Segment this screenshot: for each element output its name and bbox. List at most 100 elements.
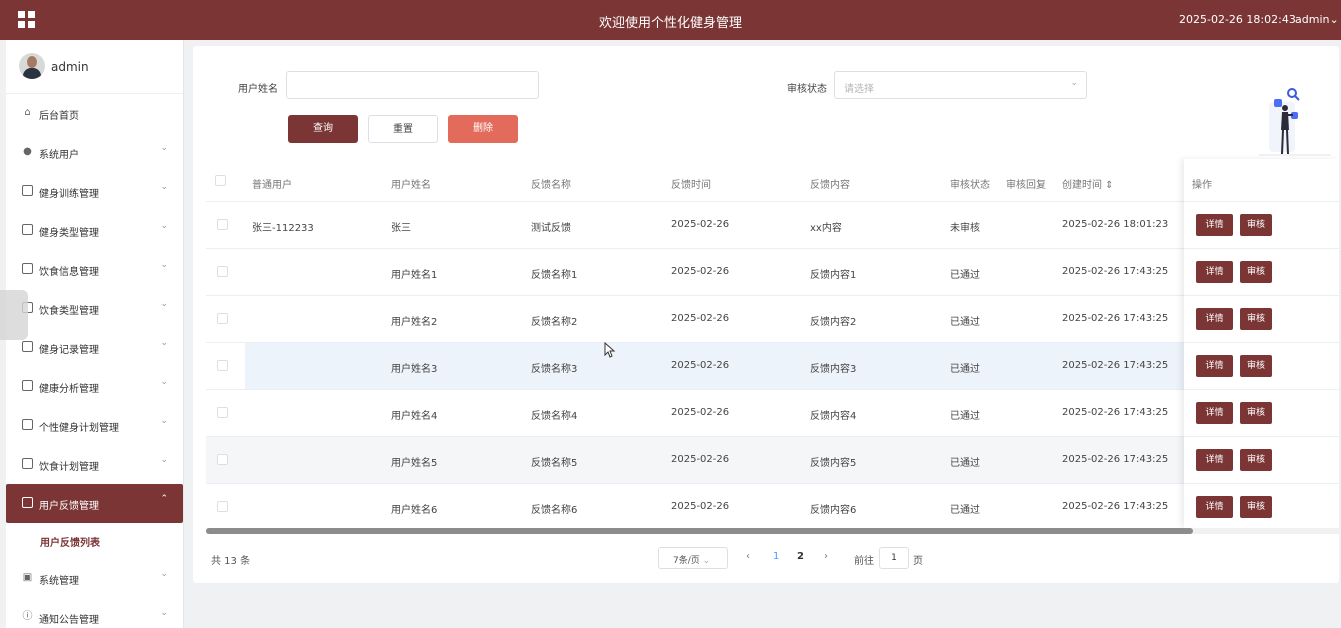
audit-button[interactable]: 审核 xyxy=(1240,449,1272,471)
table-row[interactable]: 用户姓名2 反馈名称2 2025-02-26 反馈内容2 已通过 2025-02-26 1… xyxy=(206,296,1339,343)
sidebar-item-label: 通知公告管理 xyxy=(39,615,99,626)
chevron-down-icon: ⌄ xyxy=(160,608,168,618)
row-checkbox[interactable] xyxy=(217,266,228,277)
doc-icon xyxy=(22,263,33,274)
column-header-actions: 操作 xyxy=(1192,180,1212,191)
sidebar-user: admin xyxy=(6,40,183,94)
table-row[interactable]: 用户姓名3 反馈名称3 2025-02-26 反馈内容3 已通过 2025-02-26 1… xyxy=(206,343,1339,390)
sidebar-item[interactable]: ⓘ 通知公告管理 ⌄ xyxy=(6,598,183,628)
audit-button[interactable]: 审核 xyxy=(1240,355,1272,377)
query-button[interactable]: 查询 xyxy=(288,115,358,143)
audit-button[interactable]: 审核 xyxy=(1240,496,1272,518)
sidebar-item[interactable]: 健身训练管理 ⌄ xyxy=(6,172,183,211)
row-checkbox[interactable] xyxy=(217,313,228,324)
chevron-down-icon: ⌄ xyxy=(160,299,168,309)
goto-suffix: 页 xyxy=(913,556,923,567)
header-user-menu[interactable]: admin⌄ xyxy=(1295,13,1339,26)
table-header: 普通用户 用户姓名 反馈名称 反馈时间 反馈内容 审核状态 审核回复 创建时间 ⇕ xyxy=(206,162,1339,202)
table-cell: 2025-02-26 17:43:25 xyxy=(1062,454,1169,465)
sidebar: admin ⌂ 后台首页 ● 系统用户 ⌄ 健身训练管理 ⌄ 健身类型管理 ⌄ 饮食信息管理 ⌄ 饮食… xyxy=(6,40,184,628)
select-all-checkbox[interactable] xyxy=(215,175,226,186)
sidebar-item[interactable]: ⌂ 后台首页 xyxy=(6,94,183,133)
table-cell: 2025-02-26 xyxy=(671,313,730,324)
table-cell: 用户姓名6 xyxy=(391,505,438,516)
operations-column: 操作 详情 审核 详情 审核 详情 审核 详情 审核 详情 审核 详情 审核 详情 审核 xyxy=(1184,159,1339,528)
table-row[interactable]: 用户姓名6 反馈名称6 2025-02-26 反馈内容6 已通过 2025-02-26 1… xyxy=(206,484,1339,531)
chevron-down-icon: ⌄ xyxy=(160,416,168,426)
mouse-cursor-icon xyxy=(604,342,616,358)
page-2[interactable]: 2 xyxy=(797,551,804,562)
detail-button[interactable]: 详情 xyxy=(1196,355,1233,377)
table-row[interactable]: 用户姓名5 反馈名称5 2025-02-26 反馈内容5 已通过 2025-02-26 1… xyxy=(206,437,1339,484)
row-checkbox[interactable] xyxy=(217,407,228,418)
table-cell: 2025-02-26 17:43:25 xyxy=(1062,407,1169,418)
chevron-up-icon: ⌃ xyxy=(160,494,168,504)
status-filter-select[interactable]: 请选择 ⌄ xyxy=(834,71,1087,99)
sidebar-item[interactable]: 饮食类型管理 ⌄ xyxy=(6,289,183,328)
prev-page-button[interactable]: ‹ xyxy=(746,551,750,562)
row-checkbox[interactable] xyxy=(217,360,228,371)
delete-button[interactable]: 删除 xyxy=(448,115,518,143)
detail-button[interactable]: 详情 xyxy=(1196,261,1233,283)
detail-button[interactable]: 详情 xyxy=(1196,214,1233,236)
detail-button[interactable]: 详情 xyxy=(1196,308,1233,330)
sidebar-item[interactable]: 个性健身计划管理 ⌄ xyxy=(6,406,183,445)
sidebar-item-label: 健身记录管理 xyxy=(39,345,99,356)
table-cell: 2025-02-26 xyxy=(671,454,730,465)
sidebar-item[interactable]: ▣ 系统管理 ⌄ xyxy=(6,559,183,598)
sidebar-item[interactable]: 饮食计划管理 ⌄ xyxy=(6,445,183,484)
sidebar-item-label: 饮食类型管理 xyxy=(39,306,99,317)
username-filter-input[interactable] xyxy=(286,71,539,99)
doc-icon xyxy=(22,341,33,352)
reset-button[interactable]: 重置 xyxy=(368,115,438,143)
next-page-button[interactable]: › xyxy=(824,551,828,562)
avatar xyxy=(19,53,45,79)
status-filter-placeholder: 请选择 xyxy=(844,84,874,95)
row-checkbox[interactable] xyxy=(217,219,228,230)
table-cell: 反馈内容1 xyxy=(810,270,857,281)
table-cell: 已通过 xyxy=(950,458,980,469)
chevron-down-icon: ⌄ xyxy=(160,143,168,153)
detail-button[interactable]: 详情 xyxy=(1196,449,1233,471)
column-header[interactable]: 创建时间 ⇕ xyxy=(1062,176,1114,191)
page-size-select[interactable]: 7条/页 ⌄ xyxy=(658,547,728,569)
doc-icon xyxy=(22,419,33,430)
audit-button[interactable]: 审核 xyxy=(1240,308,1272,330)
doc-icon xyxy=(22,380,33,391)
table-cell: 反馈内容3 xyxy=(810,364,857,375)
top-header: 欢迎使用个性化健身管理 2025-02-26 18:02:43 admin⌄ xyxy=(0,0,1341,40)
table-cell: 反馈名称1 xyxy=(531,270,578,281)
scrollbar-thumb[interactable] xyxy=(206,528,1193,534)
table-cell: 反馈名称5 xyxy=(531,458,578,469)
sidebar-item[interactable]: 用户反馈管理 ⌃ xyxy=(6,484,183,523)
table-row[interactable]: 用户姓名1 反馈名称1 2025-02-26 反馈内容1 已通过 2025-02-26 1… xyxy=(206,249,1339,296)
sidebar-item[interactable]: 饮食信息管理 ⌄ xyxy=(6,250,183,289)
row-checkbox[interactable] xyxy=(217,454,228,465)
side-float-tab[interactable] xyxy=(0,290,28,340)
table-row[interactable]: 用户姓名4 反馈名称4 2025-02-26 反馈内容4 已通过 2025-02-26 1… xyxy=(206,390,1339,437)
sidebar-item-label: 系统用户 xyxy=(39,150,79,161)
goto-page-input[interactable]: 1 xyxy=(879,547,909,569)
table-cell: 反馈名称6 xyxy=(531,505,578,516)
horizontal-scrollbar[interactable] xyxy=(206,528,1339,534)
row-checkbox[interactable] xyxy=(217,501,228,512)
sidebar-item[interactable]: 健康分析管理 ⌄ xyxy=(6,367,183,406)
table-cell: 反馈名称2 xyxy=(531,317,578,328)
sidebar-item[interactable]: ● 系统用户 ⌄ xyxy=(6,133,183,172)
table-cell: 未审核 xyxy=(950,223,980,234)
chevron-down-icon: ⌄ xyxy=(1329,13,1339,26)
table-cell: 已通过 xyxy=(950,317,980,328)
table-row[interactable]: 张三-112233 张三 测试反馈 2025-02-26 xx内容 未审核 2025-02-… xyxy=(206,202,1339,249)
detail-button[interactable]: 详情 xyxy=(1196,402,1233,424)
audit-button[interactable]: 审核 xyxy=(1240,261,1272,283)
sidebar-item[interactable]: 健身记录管理 ⌄ xyxy=(6,328,183,367)
table-cell: 测试反馈 xyxy=(531,223,571,234)
detail-button[interactable]: 详情 xyxy=(1196,496,1233,518)
sidebar-item[interactable]: 健身类型管理 ⌄ xyxy=(6,211,183,250)
table-cell: 2025-02-26 xyxy=(671,219,730,230)
audit-button[interactable]: 审核 xyxy=(1240,214,1272,236)
chevron-down-icon: ⌄ xyxy=(160,569,168,579)
sidebar-subitem-feedback-list[interactable]: 用户反馈列表 xyxy=(6,523,183,559)
page-1[interactable]: 1 xyxy=(773,551,779,562)
audit-button[interactable]: 审核 xyxy=(1240,402,1272,424)
